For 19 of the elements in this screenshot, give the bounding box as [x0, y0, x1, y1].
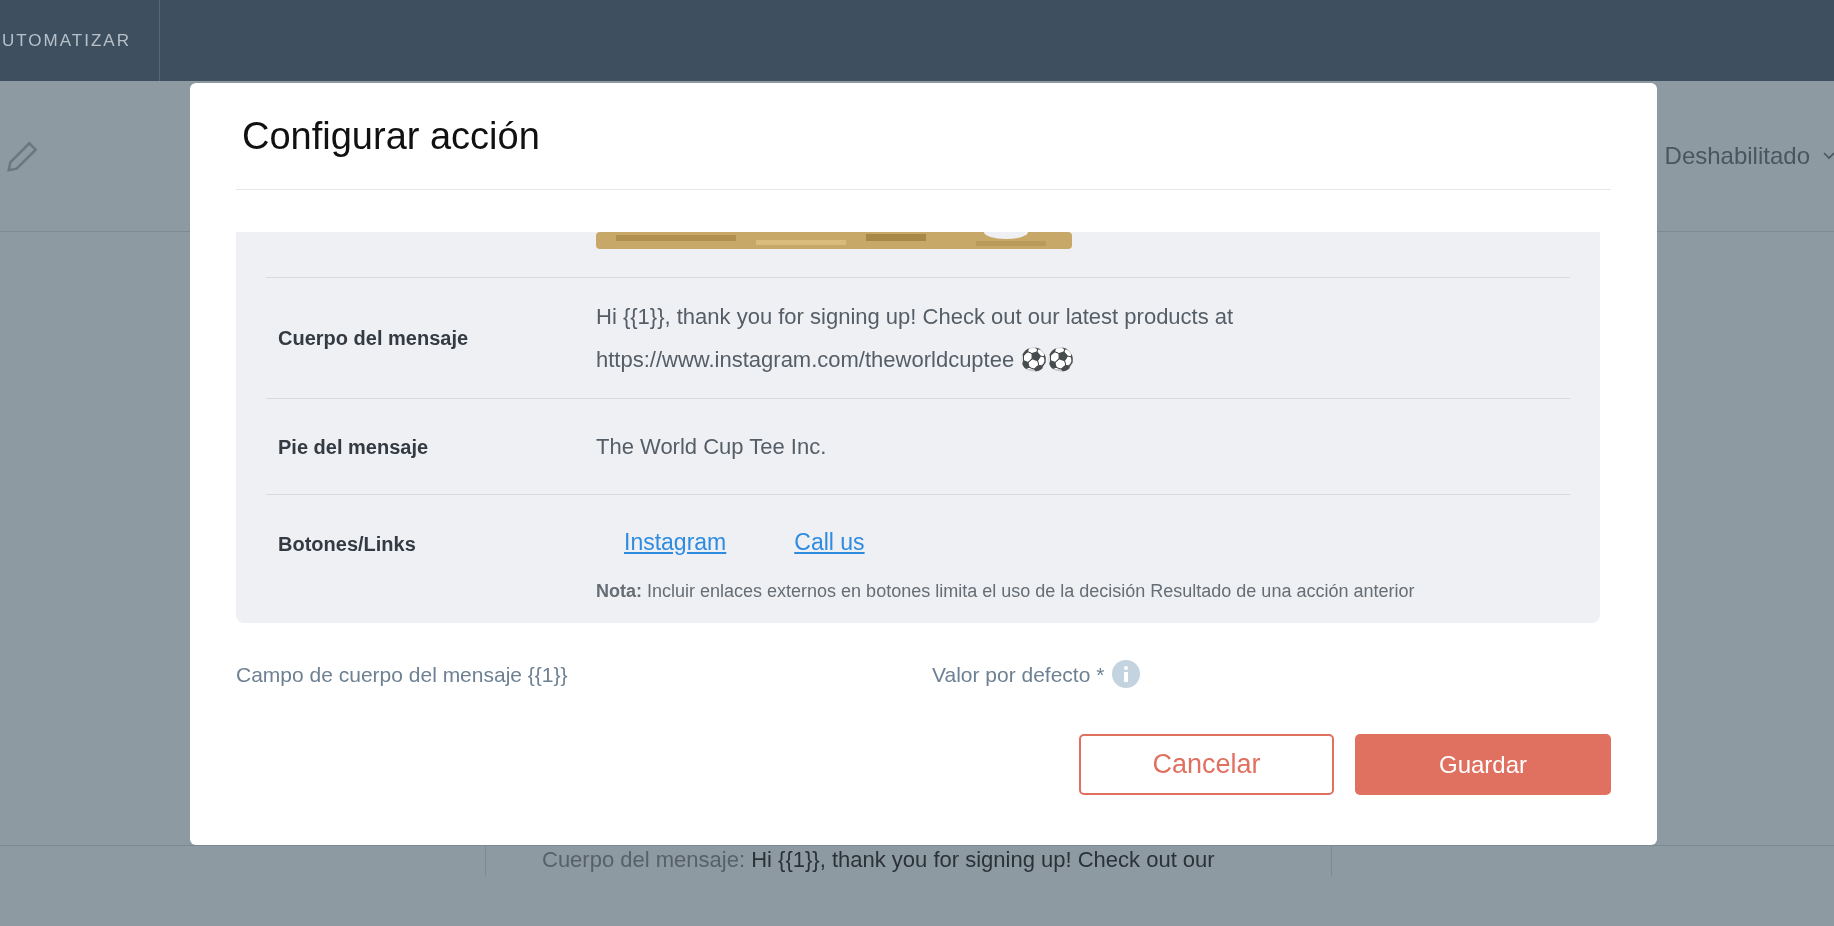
dialog-title: Configurar acción: [242, 113, 540, 159]
field-label: Campo de cuerpo del mensaje {{1}}: [236, 661, 569, 688]
row-label: Cuerpo del mensaje: [277, 326, 470, 351]
field-label: Valor por defecto *: [932, 661, 1105, 688]
row-label: Pie del mensaje: [277, 434, 430, 460]
note-text: Nota: Incluir enlaces externos en botones limita el uso de la decisión Resultado de una acción anterior: [596, 579, 1415, 603]
row-value: Hi {{1}}, thank you for signing up! Check out our latest products at: [596, 303, 1234, 331]
info-icon[interactable]: [1112, 660, 1141, 689]
button-link[interactable]: Call us: [794, 525, 865, 560]
chevron-icon: [1822, 151, 1834, 161]
cancel-button[interactable]: Cancelar: [1079, 734, 1334, 795]
status-select[interactable]: Deshabilitado: [1664, 138, 1834, 174]
row-value: The World Cup Tee Inc.: [596, 433, 827, 461]
row-label: Botones/Links: [277, 532, 417, 557]
nav-item[interactable]: UTOMATIZAR: [0, 27, 131, 54]
message-preview-text: Cuerpo del mensaje: Hi {{1}}, thank you for signing up! Check out our: [542, 847, 1215, 872]
button-link[interactable]: Instagram: [624, 525, 727, 560]
row-value: https://www.instagram.com/theworldcuptee ⚽⚽: [596, 346, 1076, 374]
save-button[interactable]: Guardar: [1355, 734, 1611, 795]
